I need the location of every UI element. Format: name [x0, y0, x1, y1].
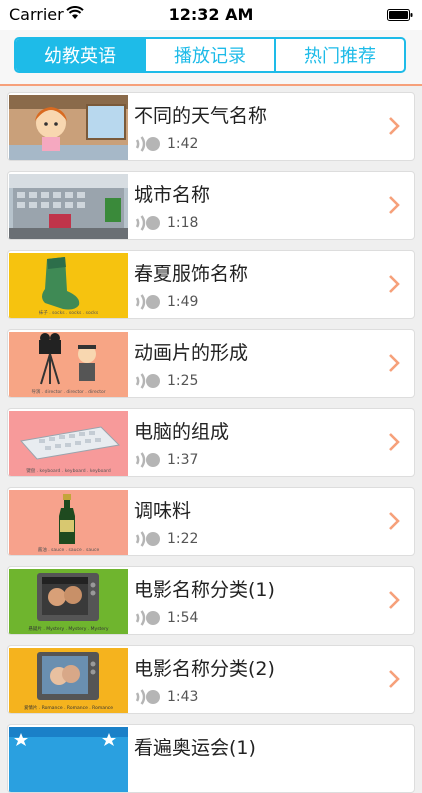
thumbnail: 导演 . director . director . director — [9, 332, 128, 397]
speaker-icon — [135, 294, 160, 310]
item-title: 动画片的形成 — [134, 342, 249, 364]
item-title: 春夏服饰名称 — [134, 263, 249, 285]
list-item[interactable]: 爱情片 . Romance . Romance . Romance 电影名称分类… — [7, 645, 415, 714]
list-item[interactable]: 城市名称 1:18 — [7, 171, 415, 240]
item-title: 电影名称分类(2) — [134, 658, 275, 680]
item-title: 看遍奥运会(1) — [134, 737, 256, 759]
speaker-icon — [135, 136, 160, 152]
status-bar: Carrier 12:32 AM — [0, 0, 422, 30]
thumbnail: 袜子 . socks . socks . socks — [9, 253, 128, 318]
olympics-icon — [9, 727, 128, 792]
thumb-caption: 悬疑片 . Mystery . Mystery . Mystery — [28, 625, 109, 632]
tab-hot-recommend[interactable]: 热门推荐 — [274, 39, 404, 71]
thumbnail — [9, 727, 128, 792]
thumb-caption: 键盘 . keyboard . keyboard . keyboard — [26, 467, 111, 474]
chevron-right-icon — [389, 433, 400, 451]
thumbnail: 悬疑片 . Mystery . Mystery . Mystery — [9, 569, 128, 634]
chevron-right-icon — [389, 117, 400, 135]
clock: 12:32 AM — [168, 5, 254, 24]
duration: 1:25 — [167, 373, 199, 389]
list-item[interactable]: 看遍奥运会(1) — [7, 724, 415, 793]
list-item[interactable]: 袜子 . socks . socks . socks 春夏服饰名称 1:49 — [7, 250, 415, 319]
thumbnail — [9, 174, 128, 239]
speaker-icon — [135, 610, 160, 626]
item-title: 城市名称 — [134, 184, 211, 206]
speaker-icon — [135, 373, 160, 389]
duration: 1:18 — [167, 215, 199, 231]
sock-icon: 袜子 . socks . socks . socks — [9, 253, 128, 318]
thumb-caption: 酱油 . sauce . sauce . sauce — [38, 546, 100, 553]
duration: 1:42 — [167, 136, 199, 152]
item-title: 不同的天气名称 — [134, 105, 268, 127]
item-title: 电脑的组成 — [134, 421, 230, 443]
chevron-right-icon — [389, 591, 400, 609]
duration: 1:49 — [167, 294, 199, 310]
battery-icon — [387, 9, 413, 21]
item-title: 电影名称分类(1) — [134, 579, 275, 601]
thumbnail — [9, 95, 128, 160]
thumbnail: 爱情片 . Romance . Romance . Romance — [9, 648, 128, 713]
thumb-caption: 导演 . director . director . director — [31, 388, 105, 395]
tab-kids-english[interactable]: 幼教英语 — [16, 39, 144, 71]
chevron-right-icon — [389, 512, 400, 530]
city-building-icon — [9, 174, 128, 239]
thumbnail: 键盘 . keyboard . keyboard . keyboard — [9, 411, 128, 476]
girl-rain-cartoon-icon — [9, 95, 128, 160]
duration: 1:54 — [167, 610, 199, 626]
keyboard-icon: 键盘 . keyboard . keyboard . keyboard — [9, 411, 128, 476]
segmented-control: 幼教英语 播放记录 热门推荐 — [14, 37, 406, 73]
sauce-bottle-icon: 酱油 . sauce . sauce . sauce — [9, 490, 128, 555]
thumbnail: 酱油 . sauce . sauce . sauce — [9, 490, 128, 555]
duration: 1:37 — [167, 452, 199, 468]
duration: 1:43 — [167, 689, 199, 705]
chevron-right-icon — [389, 670, 400, 688]
tab-play-history[interactable]: 播放记录 — [144, 39, 274, 71]
speaker-icon — [135, 215, 160, 231]
director-camera-icon: 导演 . director . director . director — [9, 332, 128, 397]
tv-movie-icon: 悬疑片 . Mystery . Mystery . Mystery — [9, 569, 128, 634]
thumb-caption: 爱情片 . Romance . Romance . Romance — [24, 704, 113, 711]
list-item[interactable]: 导演 . director . director . director 动画片的… — [7, 329, 415, 398]
chevron-right-icon — [389, 354, 400, 372]
chevron-right-icon — [389, 196, 400, 214]
speaker-icon — [135, 689, 160, 705]
list-item[interactable]: 键盘 . keyboard . keyboard . keyboard 电脑的组… — [7, 408, 415, 477]
speaker-icon — [135, 531, 160, 547]
list-item[interactable]: 悬疑片 . Mystery . Mystery . Mystery 电影名称分类… — [7, 566, 415, 635]
chevron-right-icon — [389, 275, 400, 293]
thumb-caption: 袜子 . socks . socks . socks — [39, 309, 99, 316]
item-title: 调味料 — [134, 500, 192, 522]
tv-movie-icon: 爱情片 . Romance . Romance . Romance — [9, 648, 128, 713]
speaker-icon — [135, 452, 160, 468]
duration: 1:22 — [167, 531, 199, 547]
list-item[interactable]: 不同的天气名称 1:42 — [7, 92, 415, 161]
segment-header: 幼教英语 播放记录 热门推荐 — [0, 30, 422, 86]
list-item[interactable]: 酱油 . sauce . sauce . sauce 调味料 1:22 — [7, 487, 415, 556]
